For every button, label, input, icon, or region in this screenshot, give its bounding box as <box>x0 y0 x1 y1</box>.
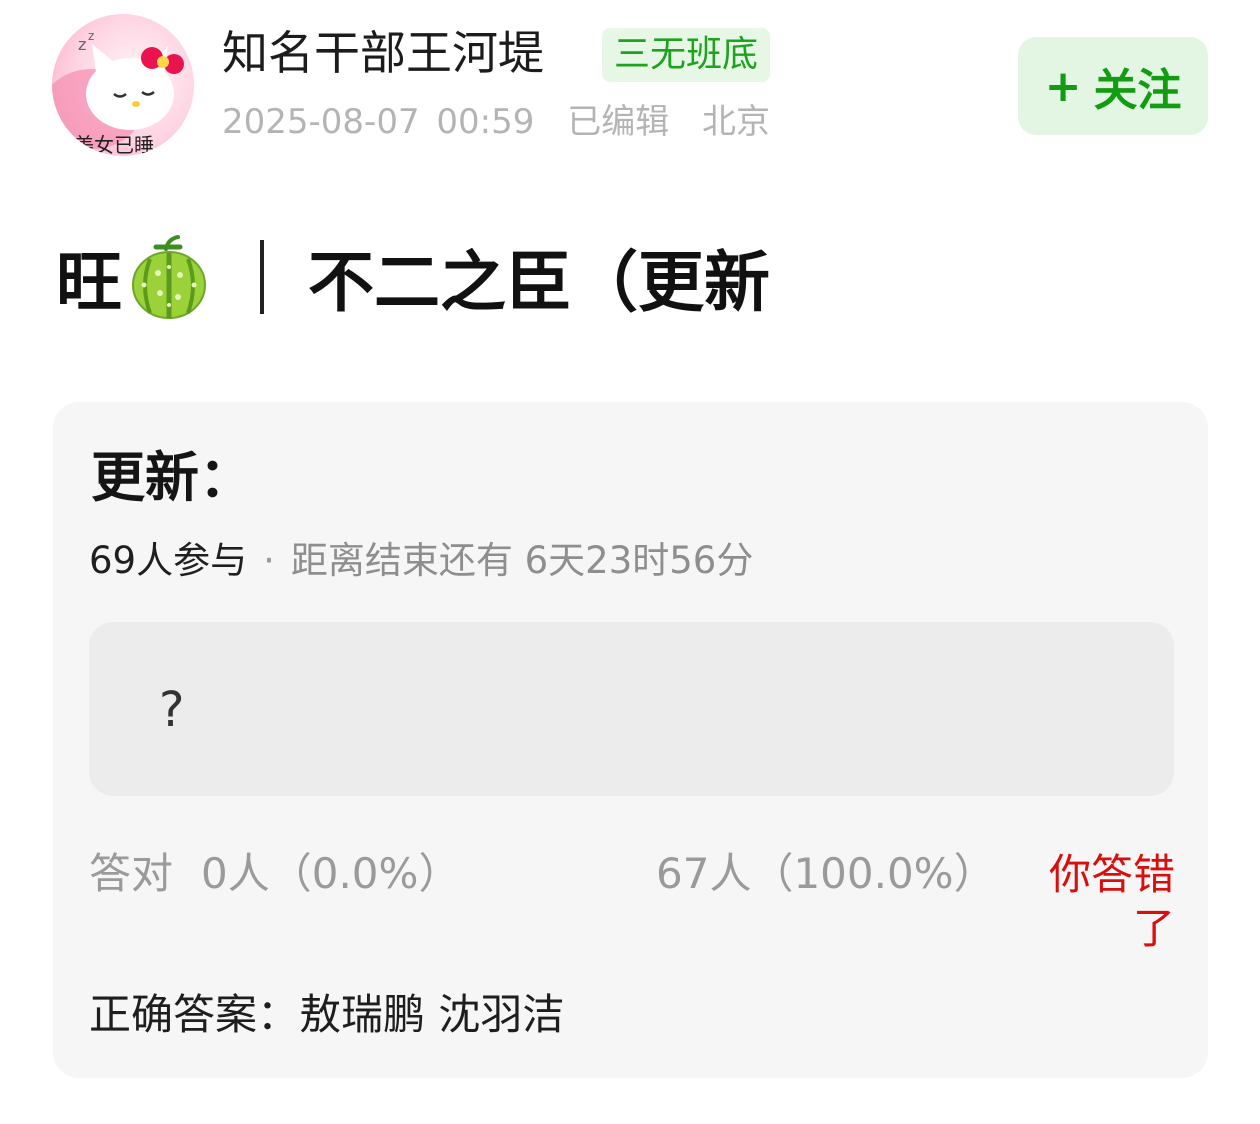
answer-value: 敖瑞鹏 沈羽洁 <box>299 990 565 1039</box>
vote-stats: 69人参与 · 距离结束还有 6天23时56分 <box>89 538 753 584</box>
vote-option[interactable]: ? <box>89 622 1174 796</box>
avatar[interactable]: z z 美女已睡 <box>52 14 194 156</box>
title-prefix: 旺 <box>56 244 122 321</box>
follow-label: 关注 <box>1093 65 1182 116</box>
time-remaining: 距离结束还有 6天23时56分 <box>290 539 754 582</box>
vote-title: 更新： <box>91 446 253 509</box>
edited-label: 已编辑 <box>567 102 670 142</box>
wrong-answer-flag: 你答错了 <box>1048 850 1175 953</box>
wrong-count: 67人（100.0%） <box>656 849 996 898</box>
plus-icon: + <box>1044 60 1082 112</box>
melon-emoji-icon <box>130 235 208 319</box>
participant-count: 69人参与 <box>89 539 248 582</box>
follow-button[interactable]: + 关注 <box>1018 37 1208 135</box>
correct-label: 答对 <box>89 849 174 898</box>
title-main: 不二之臣（更新 <box>308 244 770 321</box>
correct-answer: 正确答案：敖瑞鹏 沈羽洁 <box>89 988 564 1042</box>
svg-text:z: z <box>78 35 86 54</box>
vote-card: 更新： 69人参与 · 距离结束还有 6天23时56分 ? 答对 0人（0.0%） 6… <box>53 402 1208 1078</box>
title-separator <box>260 240 264 314</box>
author-name[interactable]: 知名干部王河堤 <box>222 24 544 82</box>
post-location: 北京 <box>702 102 771 142</box>
avatar-caption: 美女已睡 <box>74 133 154 156</box>
stats-separator: · <box>263 539 275 582</box>
vote-option-text: ? <box>159 682 185 738</box>
answer-label: 正确答案： <box>89 990 300 1039</box>
hello-kitty-avatar-image: z z 美女已睡 <box>52 29 184 156</box>
author-tag: 三无班底 <box>602 28 771 82</box>
post-title: 旺 不二之臣（更新 <box>56 232 770 322</box>
post-time: 2025-08-07 00:59 <box>222 102 535 142</box>
correct-count: 0人（0.0%） <box>201 849 461 898</box>
post-page: z z 美女已睡 知名干部王河堤 三无班底 2025-08-07 00:59 已… <box>0 0 1260 1124</box>
svg-text:z: z <box>88 29 94 43</box>
correct-result: 答对 0人（0.0%） <box>89 848 460 900</box>
post-meta: 2025-08-07 00:59 已编辑 北京 <box>222 100 770 144</box>
